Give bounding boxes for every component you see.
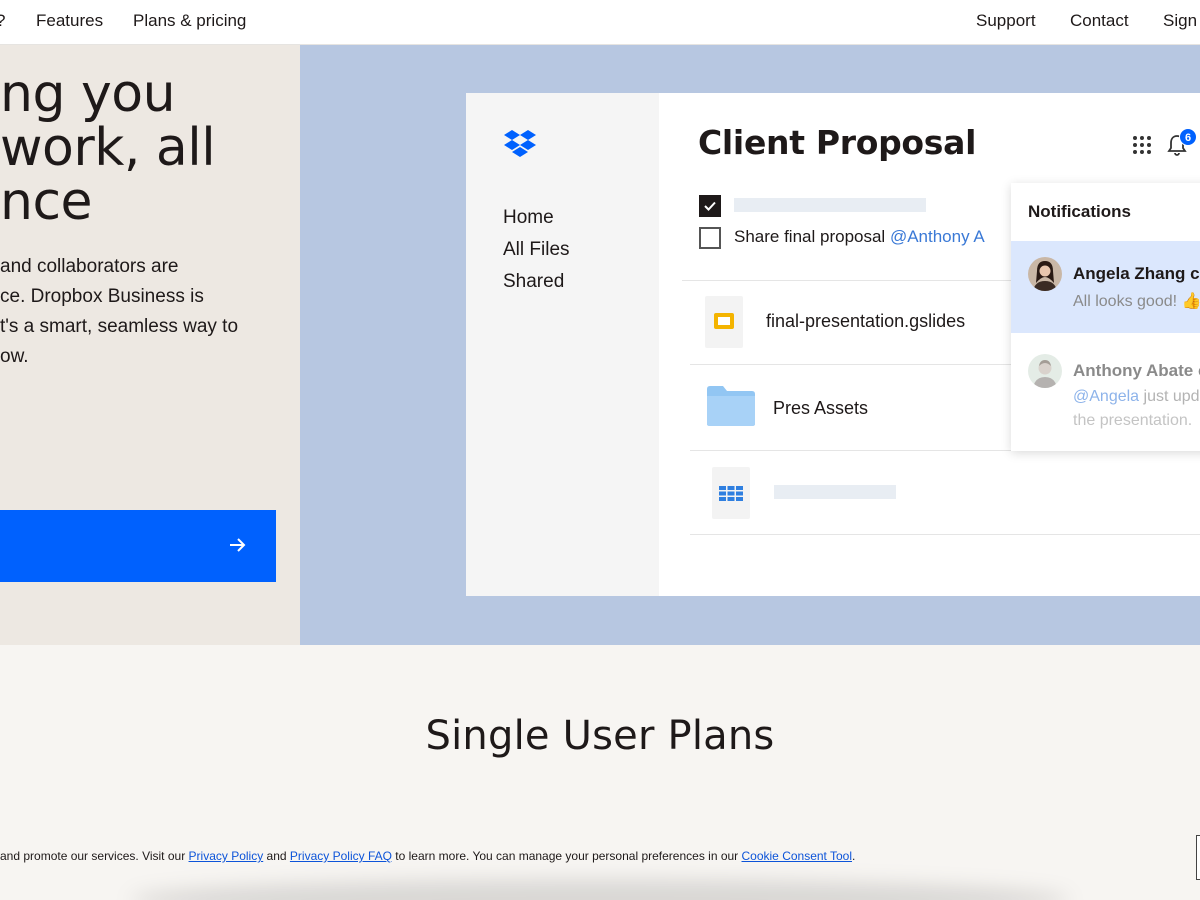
cookie-close-button[interactable] (1196, 835, 1200, 880)
hero-subtext: and collaborators are ce. Dropbox Busine… (0, 252, 238, 372)
avatar (1028, 257, 1062, 291)
sheet-icon (719, 486, 743, 501)
divider (690, 534, 1200, 535)
notification-author: Anthony Abate c (1073, 361, 1200, 380)
nav-contact-link[interactable]: Contact (1070, 11, 1129, 31)
slides-icon (714, 313, 734, 329)
headline-line-3: nce (0, 172, 93, 232)
subtext-line-4: ow. (0, 346, 29, 367)
task-placeholder-bar (734, 198, 926, 212)
notification-author: Angela Zhang c (1073, 264, 1200, 283)
mock-sidebar-shared[interactable]: Shared (503, 271, 564, 293)
cta-button[interactable] (0, 510, 276, 582)
checkmark-icon (704, 201, 716, 211)
subtext-line-3: t's a smart, seamless way to (0, 316, 239, 337)
task-label: Share final proposal (734, 227, 890, 246)
file-thumb-slides (705, 296, 743, 348)
avatar (1028, 354, 1062, 388)
privacy-faq-link[interactable]: Privacy Policy FAQ (290, 849, 392, 863)
file-thumb-sheet (712, 467, 750, 519)
notification-message: All looks good! 👍 (1073, 293, 1200, 310)
dropbox-logo-icon (504, 130, 536, 157)
hero-headline: ng you work, all nce (0, 64, 216, 232)
cookie-banner-text: and promote our services. Visit our Priv… (0, 849, 855, 863)
mock-title: Client Proposal (698, 123, 977, 162)
notification-message: @Angela just upd (1073, 385, 1200, 409)
app-mock-window: Home All Files Shared Client Proposal 6 … (466, 93, 1200, 596)
notification-message-text: just upd (1139, 388, 1200, 405)
task-checkbox-unchecked[interactable] (699, 227, 721, 249)
task-mention[interactable]: @Anthony A (890, 227, 985, 246)
plans-heading: Single User Plans (425, 713, 775, 759)
file-placeholder-bar (774, 485, 896, 499)
mock-sidebar: Home All Files Shared (466, 93, 659, 596)
cookie-text-suffix: . (852, 849, 856, 863)
notification-message-line2: the presentation. (1073, 412, 1193, 429)
hero-text-panel: ng you work, all nce and collaborators a… (0, 45, 300, 645)
file-name-pres-assets[interactable]: Pres Assets (773, 398, 868, 419)
top-nav: ? Features Plans & pricing Support Conta… (0, 0, 1200, 45)
nav-pricing-link[interactable]: Plans & pricing (133, 11, 246, 31)
hero-illustration: Home All Files Shared Client Proposal 6 … (300, 45, 1200, 645)
nav-signin-link[interactable]: Sign (1163, 11, 1197, 31)
notification-item[interactable]: Angela Zhang c All looks good! 👍 (1011, 241, 1200, 333)
subtext-line-1: and collaborators are (0, 256, 179, 277)
apps-grid-icon[interactable] (1132, 135, 1152, 155)
nav-support-link[interactable]: Support (976, 11, 1036, 31)
privacy-policy-link[interactable]: Privacy Policy (189, 849, 264, 863)
file-name-presentation[interactable]: final-presentation.gslides (766, 311, 965, 332)
headline-line-2: work, all (0, 118, 216, 178)
nav-features-link[interactable]: Features (36, 11, 103, 31)
notification-badge: 6 (1179, 128, 1197, 146)
notifications-title: Notifications (1028, 202, 1131, 221)
notifications-panel: Notifications Angela Zhang c All looks g… (1011, 183, 1200, 451)
card-shadow (130, 880, 1070, 900)
task-text: Share final proposal @Anthony A (734, 227, 985, 247)
cookie-text-and: and (263, 849, 290, 863)
folder-icon (707, 386, 755, 426)
nav-fragment: ? (0, 11, 5, 31)
subtext-line-2: ce. Dropbox Business is (0, 286, 204, 307)
cookie-consent-tool-link[interactable]: Cookie Consent Tool (742, 849, 853, 863)
cookie-text-mid: to learn more. You can manage your perso… (391, 849, 742, 863)
mock-sidebar-home[interactable]: Home (503, 207, 554, 229)
mock-sidebar-all-files[interactable]: All Files (503, 239, 570, 261)
notification-mention[interactable]: @Angela (1073, 388, 1139, 405)
arrow-right-icon (230, 538, 246, 552)
cookie-text-prefix: and promote our services. Visit our (0, 849, 189, 863)
task-checkbox-checked[interactable] (699, 195, 721, 217)
headline-line-1: ng you (0, 64, 176, 124)
